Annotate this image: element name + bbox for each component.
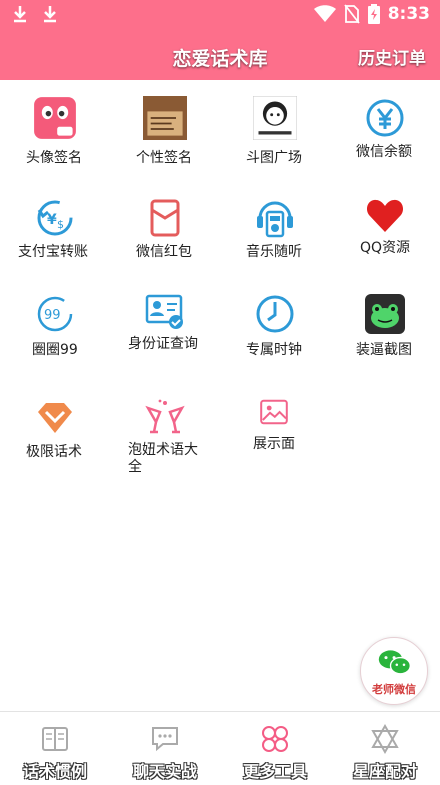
tile-label: QQ资源: [360, 240, 411, 256]
tab-label: 更多工具: [242, 762, 307, 781]
tile-extreme-talk[interactable]: 极限话术: [0, 380, 110, 475]
red-packet-icon: [150, 199, 180, 237]
download-icon: [44, 6, 56, 23]
status-bar: 8:33: [0, 0, 440, 32]
tile-circle-99[interactable]: 99 圈圈99: [0, 276, 110, 371]
book-icon: [42, 727, 68, 751]
wechat-icon: [378, 650, 411, 675]
tile-music[interactable]: 音乐随听: [220, 180, 330, 275]
tab-chat-practice[interactable]: 聊天实战: [110, 712, 220, 785]
yen-icon: [366, 99, 404, 137]
tile-label: 圈圈99: [32, 342, 78, 358]
cheers-icon: [145, 399, 185, 434]
tab-more-tools[interactable]: 更多工具: [220, 712, 330, 785]
bottom-tab-bar: 话术惯例 聊天实战 更多工具 星座配对: [0, 711, 440, 784]
tile-label: 专属时钟: [246, 342, 302, 358]
tile-label: 极限话术: [26, 444, 82, 460]
chat-icon: [152, 727, 178, 752]
tile-signature[interactable]: 个性签名: [110, 80, 220, 175]
tile-label: 音乐随听: [246, 244, 302, 260]
tile-clock[interactable]: 专属时钟: [220, 276, 330, 371]
heart-icon: [366, 199, 404, 232]
meme-icon: [253, 96, 297, 140]
alipay-transfer-icon: ¥ $: [37, 200, 73, 236]
picture-icon: [260, 399, 288, 425]
app-header: 恋爱话术库 历史订单: [0, 32, 440, 80]
tab-label: 星座配对: [352, 762, 417, 781]
signature-icon: [143, 96, 187, 140]
diamond-icon: [38, 403, 72, 433]
tile-flirt-terms[interactable]: 泡妞术语大全: [110, 380, 220, 475]
tile-label: 支付宝转账: [18, 244, 88, 260]
tile-alipay-transfer[interactable]: ¥ $ 支付宝转账: [0, 180, 110, 275]
history-orders-button[interactable]: 历史订单: [358, 44, 426, 69]
no-sim-icon: [343, 4, 360, 24]
tile-qq-resources[interactable]: QQ资源: [330, 180, 440, 275]
star-icon: [371, 724, 399, 754]
wifi-icon: [313, 5, 336, 22]
tile-label: 个性签名: [136, 150, 192, 166]
id-card-icon: [145, 294, 183, 329]
teacher-wechat-label: 老师微信: [372, 683, 416, 696]
battery-icon: [367, 4, 380, 24]
tile-label: 展示面: [253, 436, 295, 452]
circle-99-icon: 99: [37, 296, 73, 332]
download-icon: [14, 6, 26, 23]
tile-label: 斗图广场: [246, 150, 302, 166]
avatar-sign-icon: [34, 97, 76, 139]
svg-text:$: $: [57, 218, 64, 231]
tile-avatar-sign[interactable]: 头像签名: [0, 80, 110, 175]
grid-icon: [262, 726, 288, 752]
tab-zodiac-match[interactable]: 星座配对: [330, 712, 440, 785]
svg-text:99: 99: [44, 308, 61, 323]
status-time: 8:33: [387, 4, 430, 24]
clock-icon: [256, 295, 294, 333]
tile-label: 微信余额: [356, 144, 412, 160]
tab-label: 话术惯例: [22, 762, 87, 781]
tile-fake-screenshot[interactable]: 装逼截图: [330, 276, 440, 371]
tile-label: 头像签名: [26, 150, 82, 166]
tile-red-packet[interactable]: 微信红包: [110, 180, 220, 275]
tab-scripts[interactable]: 话术惯例: [0, 712, 110, 785]
frog-icon: [365, 294, 405, 334]
tile-label: 微信红包: [136, 244, 192, 260]
tile-showcase[interactable]: 展示面: [220, 380, 330, 475]
music-player-icon: [257, 201, 293, 238]
tile-label: 装逼截图: [356, 342, 412, 358]
tile-label: 身份证查询: [128, 336, 198, 352]
tile-label: 泡妞术语大全: [128, 442, 198, 475]
tab-label: 聊天实战: [132, 762, 197, 781]
svg-text:¥: ¥: [47, 212, 57, 228]
teacher-wechat-button[interactable]: 老师微信: [360, 637, 428, 705]
tile-id-query[interactable]: 身份证查询: [110, 276, 220, 371]
tile-wechat-balance[interactable]: 微信余额: [330, 80, 440, 175]
tile-meme[interactable]: 斗图广场: [220, 80, 330, 175]
